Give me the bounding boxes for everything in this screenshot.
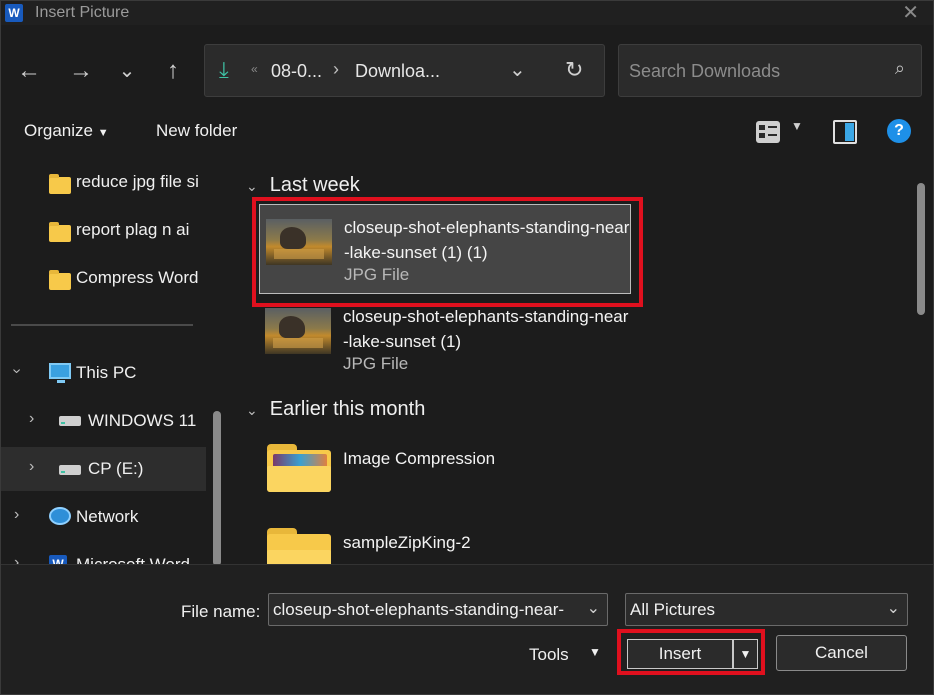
file-item[interactable]: closeup-shot-elephants-standing-near-lak…: [259, 204, 631, 294]
image-thumbnail: [265, 308, 331, 354]
chevron-down-icon[interactable]: ⌄: [887, 598, 900, 618]
folder-icon: [49, 174, 71, 194]
file-name-combobox[interactable]: ⌄: [268, 593, 608, 626]
view-options-caret-icon[interactable]: ▼: [791, 119, 803, 133]
windows-drive-icon: [59, 416, 81, 426]
file-type: JPG File: [344, 265, 410, 284]
sidebar-item-label: This PC: [76, 363, 137, 382]
forward-arrow-icon[interactable]: →: [66, 55, 96, 87]
sidebar-item-label: reduce jpg file si: [76, 172, 199, 191]
file-name: closeup-shot-elephants-standing-near-lak…: [343, 307, 629, 351]
sidebar-item-label: Compress Word: [76, 268, 199, 287]
expand-chevron-icon[interactable]: ›: [14, 554, 19, 564]
chevron-down-icon[interactable]: ⌄: [587, 598, 600, 618]
sidebar-item-network[interactable]: › Network: [1, 495, 206, 539]
word-app-icon: W: [5, 4, 23, 22]
tools-button[interactable]: Tools: [529, 645, 569, 665]
search-box[interactable]: ⌕: [618, 44, 922, 97]
insert-button[interactable]: Insert: [627, 639, 733, 669]
sidebar-item-report-plag[interactable]: report plag n ai: [1, 208, 206, 252]
file-name: closeup-shot-elephants-standing-near-lak…: [344, 218, 630, 262]
back-arrow-icon[interactable]: ←: [14, 55, 44, 87]
nav-divider: [11, 324, 193, 326]
sidebar-item-microsoft-word[interactable]: › W Microsoft Word: [1, 543, 206, 564]
tools-caret-icon[interactable]: ▼: [589, 645, 601, 659]
breadcrumb-overflow-icon[interactable]: «: [251, 62, 258, 76]
sidebar-item-label: Network: [76, 507, 139, 526]
expand-chevron-icon[interactable]: ›: [29, 410, 34, 428]
navigation-pane: reduce jpg file si report plag n ai Comp…: [1, 156, 231, 564]
sidebar-item-label: CP (E:): [88, 459, 144, 478]
file-list: ⌄ Last week closeup-shot-elephants-standi…: [234, 156, 914, 564]
dialog-footer: File name: ⌄ All Pictures ⌄ Tools ▼ Inse…: [1, 564, 933, 694]
folder-icon: [267, 444, 331, 492]
address-dropdown-chevron-icon[interactable]: ⌄: [509, 57, 526, 82]
close-icon[interactable]: ✕: [902, 1, 919, 25]
sidebar-item-cp-drive[interactable]: › CP (E:): [1, 447, 206, 491]
file-name-label: File name:: [181, 602, 261, 621]
breadcrumb-separator-icon[interactable]: ›: [333, 59, 339, 80]
file-type-filter[interactable]: All Pictures ⌄: [625, 593, 908, 626]
new-folder-button[interactable]: New folder: [156, 121, 237, 141]
sidebar-item-label: Microsoft Word: [76, 555, 190, 564]
organize-caret-icon: ▼: [97, 127, 109, 139]
search-icon[interactable]: ⌕: [895, 58, 905, 79]
sidebar-item-this-pc[interactable]: › This PC: [1, 351, 206, 395]
organize-label: Organize: [24, 121, 93, 140]
drive-icon: [59, 465, 81, 475]
folder-icon: [267, 528, 331, 564]
insert-picture-dialog: W Insert Picture ✕ ← → ⌄ ↑ ⤓ « 08-0... ›…: [0, 0, 934, 695]
dialog-title: Insert Picture: [35, 4, 130, 21]
title-bar: W Insert Picture ✕: [1, 1, 933, 25]
preview-pane-icon[interactable]: [833, 120, 857, 144]
sidebar-item-label: WINDOWS 11: [88, 411, 197, 430]
group-header-earlier-this-month[interactable]: ⌄ Earlier this month: [234, 398, 425, 421]
breadcrumb-segment[interactable]: Downloa...: [355, 61, 440, 82]
image-thumbnail: [266, 219, 332, 265]
folder-item[interactable]: Image Compression: [259, 434, 631, 524]
file-list-scrollbar[interactable]: [917, 183, 925, 315]
refresh-icon[interactable]: ↻: [565, 57, 583, 83]
up-arrow-icon[interactable]: ↑: [158, 55, 188, 87]
expand-chevron-icon[interactable]: ›: [14, 506, 19, 524]
sidebar-item-windows-11[interactable]: › WINDOWS 11: [1, 399, 206, 443]
group-header-label: Last week: [269, 174, 360, 196]
network-icon: [49, 507, 71, 525]
expand-chevron-icon[interactable]: ›: [8, 368, 26, 373]
downloads-icon: ⤓: [219, 57, 229, 82]
file-item[interactable]: closeup-shot-elephants-standing-near-lak…: [259, 294, 631, 384]
folder-icon: [49, 222, 71, 242]
folder-name: sampleZipKing-2: [343, 533, 471, 552]
group-header-label: Earlier this month: [269, 398, 426, 420]
folder-icon: [49, 270, 71, 290]
file-name-input[interactable]: [273, 598, 578, 622]
help-icon[interactable]: ?: [887, 119, 911, 143]
folder-item[interactable]: sampleZipKing-2: [259, 518, 631, 564]
address-bar[interactable]: ⤓ « 08-0... › Downloa... ⌄ ↻: [204, 44, 605, 97]
recent-locations-chevron-icon[interactable]: ⌄: [112, 55, 142, 87]
file-type: JPG File: [343, 354, 409, 373]
expand-chevron-icon[interactable]: ›: [29, 458, 34, 476]
sidebar-item-label: report plag n ai: [76, 220, 190, 239]
collapse-chevron-icon[interactable]: ⌄: [246, 178, 258, 195]
change-view-icon[interactable]: [756, 121, 780, 143]
filter-value: All Pictures: [630, 600, 716, 619]
word-icon: W: [49, 555, 67, 564]
organize-button[interactable]: Organize ▼: [24, 121, 109, 141]
sidebar-item-reduce-jpg[interactable]: reduce jpg file si: [1, 160, 206, 204]
insert-dropdown-caret-icon[interactable]: ▼: [733, 639, 758, 669]
folder-name: Image Compression: [343, 449, 496, 468]
cancel-button[interactable]: Cancel: [776, 635, 907, 671]
group-header-last-week[interactable]: ⌄ Last week: [234, 174, 360, 197]
sidebar-item-compress-word[interactable]: Compress Word: [1, 256, 206, 300]
search-input[interactable]: [629, 58, 869, 84]
this-pc-icon: [49, 363, 71, 383]
nav-scrollbar[interactable]: [213, 411, 221, 564]
breadcrumb-segment[interactable]: 08-0...: [271, 61, 322, 82]
collapse-chevron-icon[interactable]: ⌄: [246, 402, 258, 419]
